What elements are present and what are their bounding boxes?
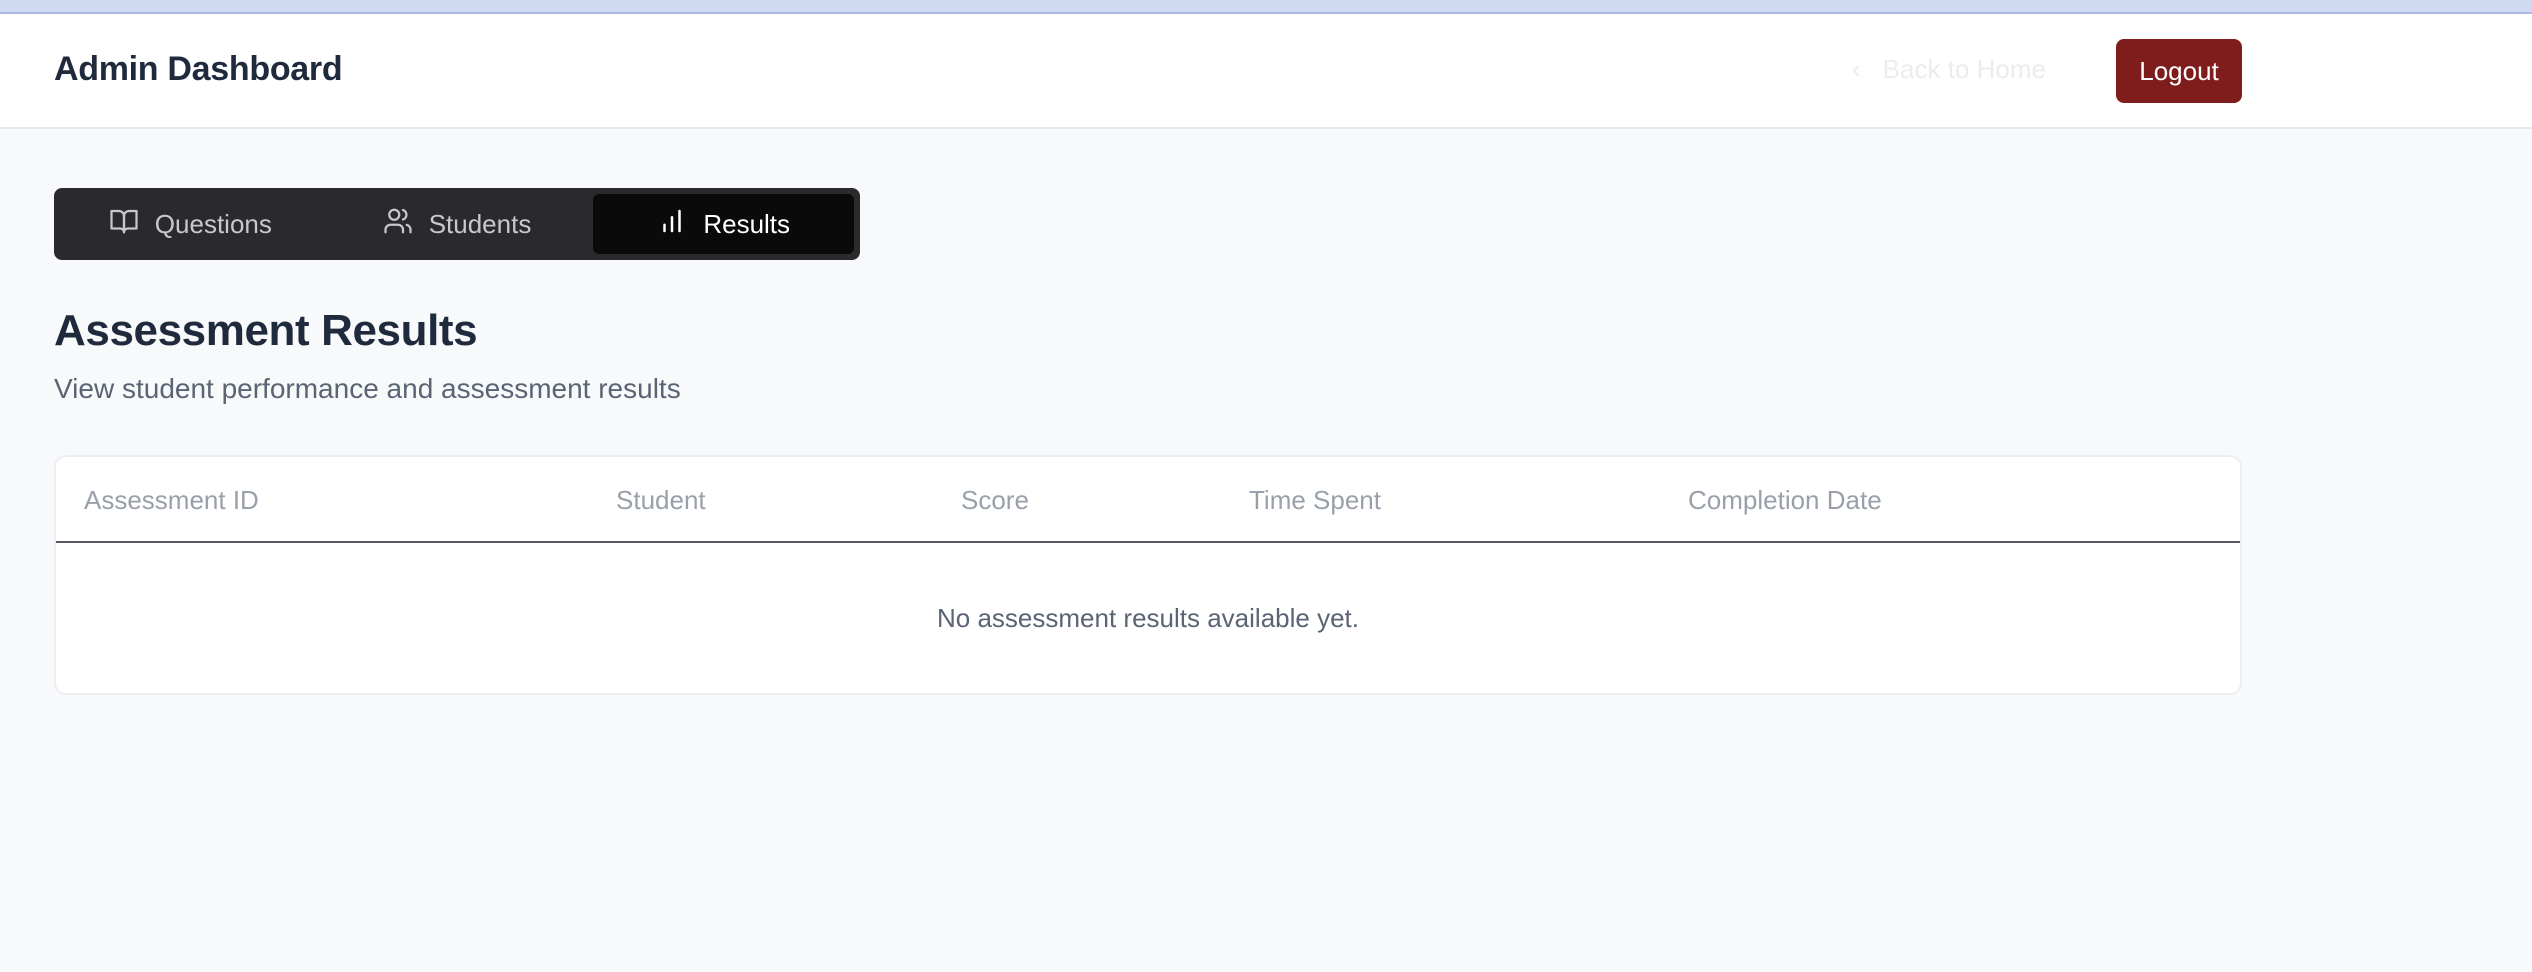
tab-students-label: Students <box>428 208 532 239</box>
tab-results-label: Results <box>703 208 791 239</box>
book-open-icon <box>109 206 139 243</box>
bar-chart-icon <box>657 206 687 243</box>
tab-questions[interactable]: Questions <box>60 194 321 254</box>
back-to-home-link[interactable]: ‹ Back to Home <box>1852 54 2046 85</box>
results-table: Assessment ID Student Score Time Spent C… <box>54 455 2242 695</box>
top-accent-strip <box>0 0 2532 14</box>
tab-questions-label: Questions <box>154 208 272 239</box>
table-header-row: Assessment ID Student Score Time Spent C… <box>56 457 2240 543</box>
column-header-student[interactable]: Student <box>616 485 706 516</box>
page-title: Assessment Results <box>54 306 478 355</box>
tab-students[interactable]: Students <box>327 194 588 254</box>
back-to-home-label: Back to Home <box>1882 54 2046 84</box>
empty-state-message: No assessment results available yet. <box>937 603 1359 633</box>
page-subtitle: View student performance and assessment … <box>54 373 681 404</box>
tab-results[interactable]: Results <box>593 194 855 254</box>
column-header-assessment-id[interactable]: Assessment ID <box>84 485 259 516</box>
app-header: Admin Dashboard ‹ Back to Home Logout <box>0 14 2532 129</box>
column-header-time-spent[interactable]: Time Spent <box>1249 485 1381 516</box>
column-header-score[interactable]: Score <box>961 485 1029 516</box>
app-title: Admin Dashboard <box>54 50 343 88</box>
chevron-left-icon: ‹ <box>1852 54 1861 84</box>
logout-button[interactable]: Logout <box>2116 39 2242 103</box>
users-icon <box>383 206 413 243</box>
column-header-completion-date[interactable]: Completion Date <box>1688 485 1882 516</box>
dashboard-tabs: Questions Students Results <box>54 188 860 260</box>
